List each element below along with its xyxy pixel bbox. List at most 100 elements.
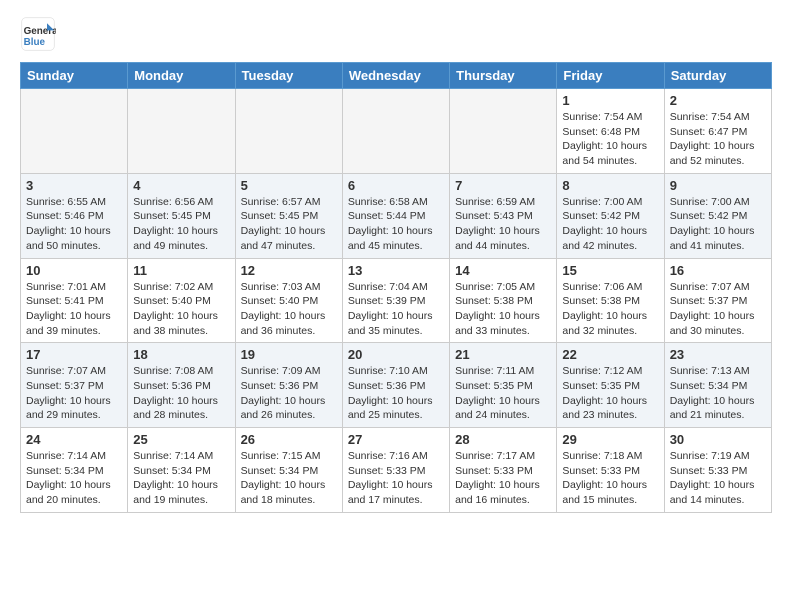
cell-info: Sunrise: 6:55 AM Sunset: 5:46 PM Dayligh… bbox=[26, 195, 122, 254]
cell-info: Sunrise: 7:07 AM Sunset: 5:37 PM Dayligh… bbox=[26, 364, 122, 423]
cell-day-number: 4 bbox=[133, 178, 229, 193]
cell-info: Sunrise: 7:14 AM Sunset: 5:34 PM Dayligh… bbox=[133, 449, 229, 508]
cell-info: Sunrise: 7:03 AM Sunset: 5:40 PM Dayligh… bbox=[241, 280, 337, 339]
calendar-cell: 11 Sunrise: 7:02 AM Sunset: 5:40 PM Dayli… bbox=[128, 258, 235, 343]
calendar-cell: 8 Sunrise: 7:00 AM Sunset: 5:42 PM Daylig… bbox=[557, 173, 664, 258]
cell-day-number: 16 bbox=[670, 263, 766, 278]
cell-day-number: 8 bbox=[562, 178, 658, 193]
cell-info: Sunrise: 7:10 AM Sunset: 5:36 PM Dayligh… bbox=[348, 364, 444, 423]
cell-info: Sunrise: 7:00 AM Sunset: 5:42 PM Dayligh… bbox=[670, 195, 766, 254]
cell-info: Sunrise: 6:59 AM Sunset: 5:43 PM Dayligh… bbox=[455, 195, 551, 254]
cell-day-number: 29 bbox=[562, 432, 658, 447]
calendar-cell bbox=[450, 89, 557, 174]
cell-day-number: 1 bbox=[562, 93, 658, 108]
cell-info: Sunrise: 7:05 AM Sunset: 5:38 PM Dayligh… bbox=[455, 280, 551, 339]
calendar-week-row: 10 Sunrise: 7:01 AM Sunset: 5:41 PM Dayli… bbox=[21, 258, 772, 343]
calendar-day-header: Thursday bbox=[450, 63, 557, 89]
calendar-cell: 30 Sunrise: 7:19 AM Sunset: 5:33 PM Dayli… bbox=[664, 428, 771, 513]
calendar-day-header: Tuesday bbox=[235, 63, 342, 89]
calendar-cell bbox=[21, 89, 128, 174]
logo-icon: General Blue bbox=[20, 16, 56, 52]
calendar-header-row: SundayMondayTuesdayWednesdayThursdayFrid… bbox=[21, 63, 772, 89]
calendar-cell: 4 Sunrise: 6:56 AM Sunset: 5:45 PM Daylig… bbox=[128, 173, 235, 258]
cell-day-number: 7 bbox=[455, 178, 551, 193]
cell-info: Sunrise: 6:56 AM Sunset: 5:45 PM Dayligh… bbox=[133, 195, 229, 254]
cell-info: Sunrise: 7:54 AM Sunset: 6:48 PM Dayligh… bbox=[562, 110, 658, 169]
calendar-cell: 26 Sunrise: 7:15 AM Sunset: 5:34 PM Dayli… bbox=[235, 428, 342, 513]
calendar-table: SundayMondayTuesdayWednesdayThursdayFrid… bbox=[20, 62, 772, 513]
calendar-day-header: Sunday bbox=[21, 63, 128, 89]
calendar-cell: 25 Sunrise: 7:14 AM Sunset: 5:34 PM Dayli… bbox=[128, 428, 235, 513]
cell-day-number: 18 bbox=[133, 347, 229, 362]
cell-info: Sunrise: 7:54 AM Sunset: 6:47 PM Dayligh… bbox=[670, 110, 766, 169]
cell-day-number: 10 bbox=[26, 263, 122, 278]
calendar-cell bbox=[235, 89, 342, 174]
cell-info: Sunrise: 7:08 AM Sunset: 5:36 PM Dayligh… bbox=[133, 364, 229, 423]
cell-day-number: 27 bbox=[348, 432, 444, 447]
calendar-cell: 24Sunrise: 7:14 AM Sunset: 5:34 PM Dayli… bbox=[21, 428, 128, 513]
cell-day-number: 24 bbox=[26, 432, 122, 447]
cell-day-number: 6 bbox=[348, 178, 444, 193]
cell-day-number: 11 bbox=[133, 263, 229, 278]
cell-info: Sunrise: 7:07 AM Sunset: 5:37 PM Dayligh… bbox=[670, 280, 766, 339]
cell-day-number: 26 bbox=[241, 432, 337, 447]
cell-day-number: 15 bbox=[562, 263, 658, 278]
calendar-cell: 29Sunrise: 7:18 AM Sunset: 5:33 PM Dayli… bbox=[557, 428, 664, 513]
cell-info: Sunrise: 7:06 AM Sunset: 5:38 PM Dayligh… bbox=[562, 280, 658, 339]
calendar-cell: 1 Sunrise: 7:54 AM Sunset: 6:48 PM Daylig… bbox=[557, 89, 664, 174]
cell-day-number: 25 bbox=[133, 432, 229, 447]
calendar-cell: 16 Sunrise: 7:07 AM Sunset: 5:37 PM Dayli… bbox=[664, 258, 771, 343]
svg-text:Blue: Blue bbox=[24, 37, 46, 48]
calendar-day-header: Wednesday bbox=[342, 63, 449, 89]
cell-day-number: 30 bbox=[670, 432, 766, 447]
calendar-cell: 21Sunrise: 7:11 AM Sunset: 5:35 PM Dayli… bbox=[450, 343, 557, 428]
cell-day-number: 12 bbox=[241, 263, 337, 278]
calendar-cell: 12 Sunrise: 7:03 AM Sunset: 5:40 PM Dayli… bbox=[235, 258, 342, 343]
calendar-cell: 20 Sunrise: 7:10 AM Sunset: 5:36 PM Dayli… bbox=[342, 343, 449, 428]
cell-info: Sunrise: 7:12 AM Sunset: 5:35 PM Dayligh… bbox=[562, 364, 658, 423]
calendar-cell: 7 Sunrise: 6:59 AM Sunset: 5:43 PM Daylig… bbox=[450, 173, 557, 258]
calendar-cell: 19Sunrise: 7:09 AM Sunset: 5:36 PM Dayli… bbox=[235, 343, 342, 428]
cell-info: Sunrise: 7:13 AM Sunset: 5:34 PM Dayligh… bbox=[670, 364, 766, 423]
cell-info: Sunrise: 7:09 AM Sunset: 5:36 PM Dayligh… bbox=[241, 364, 337, 423]
calendar-cell: 28Sunrise: 7:17 AM Sunset: 5:33 PM Dayli… bbox=[450, 428, 557, 513]
calendar-cell bbox=[128, 89, 235, 174]
cell-info: Sunrise: 7:04 AM Sunset: 5:39 PM Dayligh… bbox=[348, 280, 444, 339]
cell-day-number: 17 bbox=[26, 347, 122, 362]
cell-info: Sunrise: 7:00 AM Sunset: 5:42 PM Dayligh… bbox=[562, 195, 658, 254]
calendar-cell: 23 Sunrise: 7:13 AM Sunset: 5:34 PM Dayli… bbox=[664, 343, 771, 428]
cell-info: Sunrise: 6:57 AM Sunset: 5:45 PM Dayligh… bbox=[241, 195, 337, 254]
calendar-cell: 5Sunrise: 6:57 AM Sunset: 5:45 PM Daylig… bbox=[235, 173, 342, 258]
cell-info: Sunrise: 7:11 AM Sunset: 5:35 PM Dayligh… bbox=[455, 364, 551, 423]
cell-info: Sunrise: 7:02 AM Sunset: 5:40 PM Dayligh… bbox=[133, 280, 229, 339]
cell-info: Sunrise: 7:01 AM Sunset: 5:41 PM Dayligh… bbox=[26, 280, 122, 339]
cell-day-number: 20 bbox=[348, 347, 444, 362]
calendar-cell: 14 Sunrise: 7:05 AM Sunset: 5:38 PM Dayli… bbox=[450, 258, 557, 343]
calendar-cell bbox=[342, 89, 449, 174]
calendar-day-header: Friday bbox=[557, 63, 664, 89]
cell-info: Sunrise: 7:16 AM Sunset: 5:33 PM Dayligh… bbox=[348, 449, 444, 508]
logo: General Blue bbox=[20, 16, 60, 52]
calendar-cell: 27 Sunrise: 7:16 AM Sunset: 5:33 PM Dayli… bbox=[342, 428, 449, 513]
cell-day-number: 23 bbox=[670, 347, 766, 362]
cell-day-number: 28 bbox=[455, 432, 551, 447]
calendar-cell: 22 Sunrise: 7:12 AM Sunset: 5:35 PM Dayli… bbox=[557, 343, 664, 428]
cell-day-number: 3 bbox=[26, 178, 122, 193]
calendar-day-header: Saturday bbox=[664, 63, 771, 89]
calendar-cell: 18 Sunrise: 7:08 AM Sunset: 5:36 PM Dayli… bbox=[128, 343, 235, 428]
cell-info: Sunrise: 7:19 AM Sunset: 5:33 PM Dayligh… bbox=[670, 449, 766, 508]
cell-day-number: 9 bbox=[670, 178, 766, 193]
cell-day-number: 22 bbox=[562, 347, 658, 362]
calendar-week-row: 17 Sunrise: 7:07 AM Sunset: 5:37 PM Dayli… bbox=[21, 343, 772, 428]
header: General Blue bbox=[20, 16, 772, 52]
cell-info: Sunrise: 7:15 AM Sunset: 5:34 PM Dayligh… bbox=[241, 449, 337, 508]
calendar-cell: 3 Sunrise: 6:55 AM Sunset: 5:46 PM Daylig… bbox=[21, 173, 128, 258]
cell-day-number: 14 bbox=[455, 263, 551, 278]
calendar-week-row: 1 Sunrise: 7:54 AM Sunset: 6:48 PM Daylig… bbox=[21, 89, 772, 174]
calendar-cell: 15 Sunrise: 7:06 AM Sunset: 5:38 PM Dayli… bbox=[557, 258, 664, 343]
calendar-cell: 2Sunrise: 7:54 AM Sunset: 6:47 PM Daylig… bbox=[664, 89, 771, 174]
calendar-week-row: 3 Sunrise: 6:55 AM Sunset: 5:46 PM Daylig… bbox=[21, 173, 772, 258]
calendar-week-row: 24 Sunrise: 7:14 AM Sunset: 5:34 PM Dayli… bbox=[21, 428, 772, 513]
cell-info: Sunrise: 6:58 AM Sunset: 5:44 PM Dayligh… bbox=[348, 195, 444, 254]
calendar-day-header: Monday bbox=[128, 63, 235, 89]
